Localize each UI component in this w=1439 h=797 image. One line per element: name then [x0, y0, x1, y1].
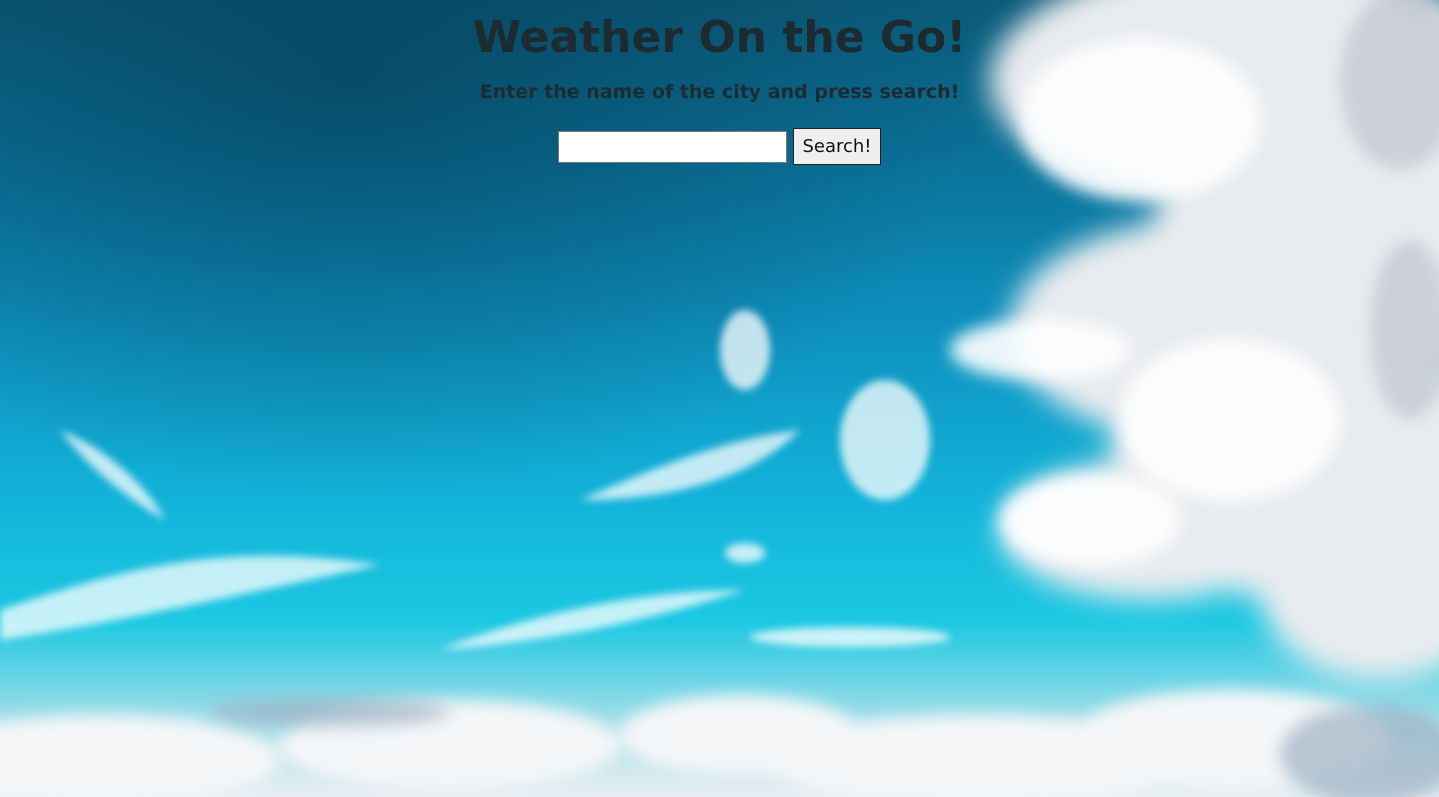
page-subtitle: Enter the name of the city and press sea…	[479, 81, 960, 103]
page-title: Weather On the Go!	[472, 12, 967, 63]
search-form: Search!	[0, 128, 1439, 165]
search-button[interactable]: Search!	[793, 128, 881, 165]
city-search-input[interactable]	[558, 130, 788, 163]
page-header: Weather On the Go! Enter the name of the…	[0, 0, 1439, 165]
